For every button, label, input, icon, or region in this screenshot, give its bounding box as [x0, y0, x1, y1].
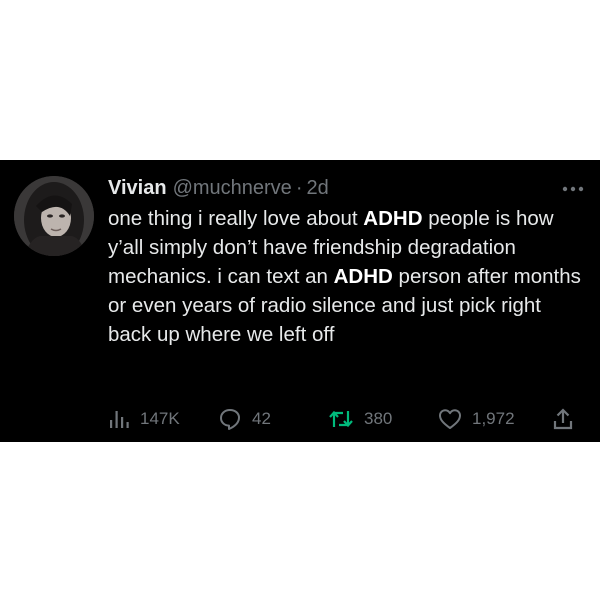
heart-icon	[439, 409, 461, 429]
timestamp[interactable]: 2d	[306, 175, 328, 201]
retweet-count: 380	[364, 409, 393, 428]
reply-count: 42	[252, 409, 271, 428]
user-handle[interactable]: @muchnerve	[173, 175, 292, 201]
separator-dot: ·	[295, 177, 303, 199]
retweet-icon	[329, 410, 353, 428]
profile-photo-icon	[14, 176, 94, 256]
share-button[interactable]	[552, 406, 574, 432]
tweet-header: Vivian @muchnerve · 2d	[108, 175, 329, 201]
tweet-text-part: one thing i really love about	[108, 207, 364, 230]
avatar[interactable]	[14, 176, 94, 256]
tweet-text-bold: ADHD	[333, 265, 393, 288]
tweet-card: Vivian @muchnerve · 2d one thing i reall…	[0, 160, 600, 442]
views-icon	[110, 411, 129, 428]
reply-button[interactable]: 42	[218, 406, 271, 432]
views-count: 147K	[140, 409, 180, 428]
like-count: 1,972	[472, 409, 515, 428]
display-name[interactable]: Vivian	[108, 175, 167, 201]
tweet-text: one thing i really love about ADHD peopl…	[108, 204, 588, 349]
more-options-button[interactable]	[560, 180, 586, 198]
tweet-actions: 147K 42 380 1,972	[108, 406, 588, 432]
more-icon	[562, 186, 584, 192]
tweet-text-bold: ADHD	[363, 207, 423, 230]
views-button[interactable]: 147K	[108, 406, 180, 432]
retweet-button[interactable]: 380	[328, 406, 392, 432]
like-button[interactable]: 1,972	[438, 406, 515, 432]
reply-icon	[220, 409, 240, 430]
share-icon	[553, 408, 573, 430]
